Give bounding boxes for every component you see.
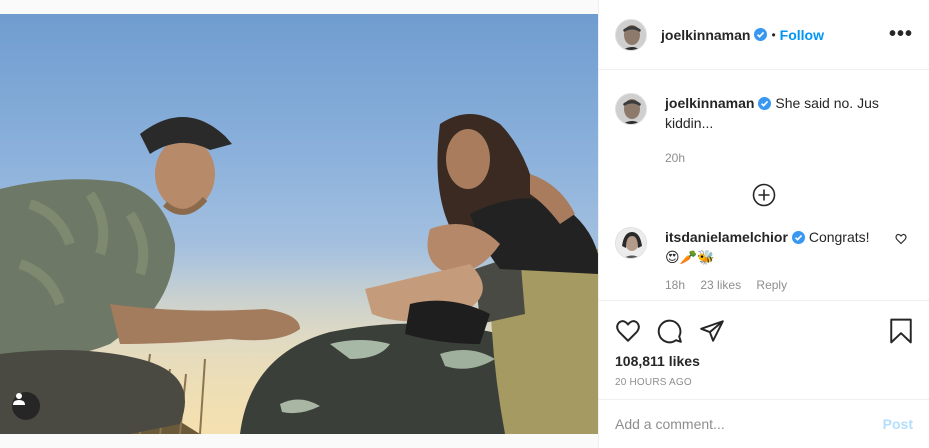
comment-emojis: 😍🥕🐝 xyxy=(665,249,715,265)
follow-button[interactable]: Follow xyxy=(780,27,824,43)
paper-plane-icon xyxy=(700,320,724,342)
post-actions: 108,811 likes 20 HOURS AGO xyxy=(599,300,929,400)
save-button[interactable] xyxy=(889,318,913,344)
comments-section: joelkinnaman She said no. Jus kiddin... … xyxy=(599,71,929,299)
comment-like-heart-icon[interactable] xyxy=(895,233,907,245)
caption-text-block: joelkinnaman She said no. Jus kiddin... xyxy=(665,93,905,133)
avatar-image xyxy=(616,19,646,50)
comment-item: itsdanielamelchior Congrats! 😍🥕🐝 18h 23 … xyxy=(599,227,929,295)
comment-reply-button[interactable]: Reply xyxy=(756,278,787,292)
like-button[interactable] xyxy=(615,318,641,344)
user-tags-button[interactable] xyxy=(12,392,40,420)
comment-likes[interactable]: 23 likes xyxy=(700,278,741,292)
avatar[interactable] xyxy=(615,18,647,51)
add-comment-bar: Post xyxy=(599,399,929,448)
share-button[interactable] xyxy=(699,318,725,344)
photo-scene xyxy=(0,114,598,434)
comment-text-block: itsdanielamelchior Congrats! 😍🥕🐝 18h 23 … xyxy=(665,227,875,295)
verified-badge-icon xyxy=(758,97,772,110)
post-photo[interactable] xyxy=(0,14,598,434)
more-options-icon[interactable]: ••• xyxy=(889,23,913,46)
speech-bubble-icon xyxy=(657,319,682,344)
verified-badge-icon xyxy=(791,231,805,244)
post-side-panel: joelkinnaman • Follow ••• joelkinnaman S… xyxy=(598,0,929,448)
caption-username[interactable]: joelkinnaman xyxy=(665,95,754,111)
comment-meta: 18h 23 likes Reply xyxy=(665,275,875,295)
action-icons-row xyxy=(599,301,929,351)
comment-time[interactable]: 18h xyxy=(665,278,685,292)
post-timestamp[interactable]: 20 HOURS AGO xyxy=(599,369,929,388)
caption: joelkinnaman She said no. Jus kiddin... xyxy=(599,71,929,133)
commenter-username[interactable]: itsdanielamelchior xyxy=(665,229,788,245)
heart-icon xyxy=(616,320,640,342)
plus-circle-icon xyxy=(752,183,776,207)
header-username[interactable]: joelkinnaman xyxy=(661,27,750,43)
likes-count[interactable]: 108,811 likes xyxy=(599,351,929,369)
comment-input[interactable] xyxy=(615,416,883,432)
person-icon xyxy=(13,393,25,405)
verified-badge-icon xyxy=(754,28,768,41)
bookmark-icon xyxy=(890,318,912,344)
post-comment-button[interactable]: Post xyxy=(883,416,913,432)
avatar[interactable] xyxy=(615,93,647,125)
post-header: joelkinnaman • Follow ••• xyxy=(599,0,929,70)
comment-button[interactable] xyxy=(657,318,683,344)
comment-text: Congrats! xyxy=(808,229,870,245)
avatar-image xyxy=(616,228,646,258)
avatar-image xyxy=(616,94,646,124)
commenter-avatar[interactable] xyxy=(615,227,647,259)
caption-time[interactable]: 20h xyxy=(665,151,929,165)
separator-dot: • xyxy=(771,27,776,42)
load-more-comments-button[interactable] xyxy=(599,183,929,207)
